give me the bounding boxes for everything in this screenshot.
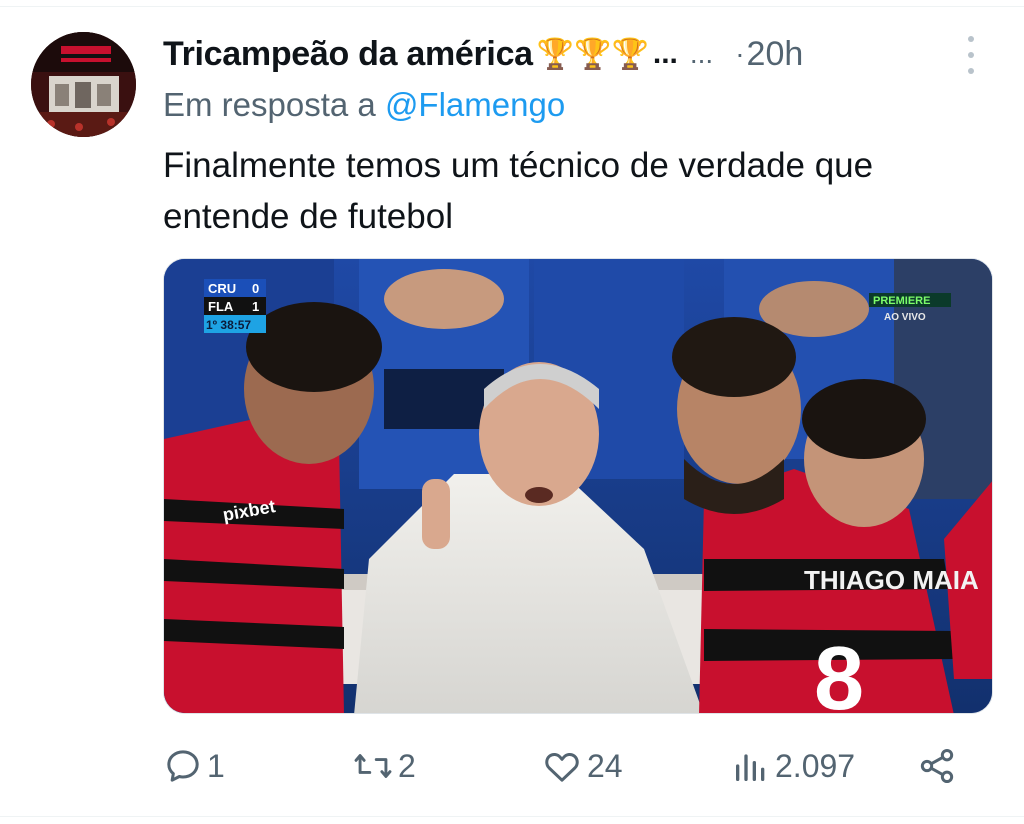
score-team1: CRU — [208, 281, 236, 296]
retweet-button[interactable]: 2 — [352, 746, 416, 786]
reply-button[interactable]: 1 — [163, 746, 225, 786]
reply-context: Em resposta a @Flamengo — [163, 86, 565, 124]
like-icon — [545, 752, 579, 782]
more-dot — [968, 68, 974, 74]
player-number-text: 8 — [814, 629, 864, 714]
trophy-emojis: 🏆🏆🏆 — [536, 37, 649, 71]
more-dot — [968, 36, 974, 42]
views-button[interactable]: 2.097 — [731, 746, 855, 786]
reply-count: 1 — [207, 747, 225, 784]
name-ellipsis: ... — [652, 37, 678, 70]
more-dot — [968, 52, 974, 58]
share-icon — [920, 749, 954, 783]
reply-prefix: Em resposta a — [163, 86, 376, 123]
reply-mention-link[interactable]: @Flamengo — [385, 86, 565, 123]
avatar[interactable] — [31, 32, 136, 137]
views-count: 2.097 — [775, 747, 856, 784]
tweet-header: Tricampeão da américa 🏆🏆🏆 ... ... · 20h — [163, 30, 984, 78]
broadcast-status-text: AO VIVO — [884, 312, 926, 323]
tweet-actions-bar: 1 2 24 2.097 — [0, 738, 1024, 798]
like-button[interactable]: 24 — [541, 746, 623, 786]
player-name-text: THIAGO MAIA — [804, 565, 979, 595]
tweet-text: Finalmente temos um técnico de verdade q… — [163, 146, 874, 236]
score-value2: 1 — [252, 299, 259, 314]
retweet-count: 2 — [398, 747, 416, 784]
share-button[interactable] — [916, 746, 958, 786]
bottom-divider — [0, 816, 1024, 817]
like-count: 24 — [587, 747, 623, 784]
views-icon — [736, 754, 765, 781]
separator-dot: · — [735, 38, 745, 69]
tweet-media-image[interactable]: pixbet THIAGO MAIA 8 CRU 0 FLA 1 1º 38:5… — [163, 258, 993, 714]
broadcaster-logo-text: PREMIERE — [873, 295, 930, 307]
more-icon[interactable] — [963, 36, 979, 74]
handle-ellipsis: ... — [689, 38, 714, 69]
tweet-timestamp[interactable]: 20h — [747, 35, 804, 74]
top-divider — [0, 6, 1024, 7]
reply-icon — [167, 750, 199, 782]
score-clock: 1º 38:57 — [206, 318, 251, 332]
author-display-name[interactable]: Tricampeão da américa — [163, 35, 533, 74]
scoreboard: CRU 0 FLA 1 1º 38:57 — [204, 279, 266, 333]
retweet-icon — [354, 754, 392, 778]
score-value1: 0 — [252, 281, 259, 296]
score-team2: FLA — [208, 299, 234, 314]
